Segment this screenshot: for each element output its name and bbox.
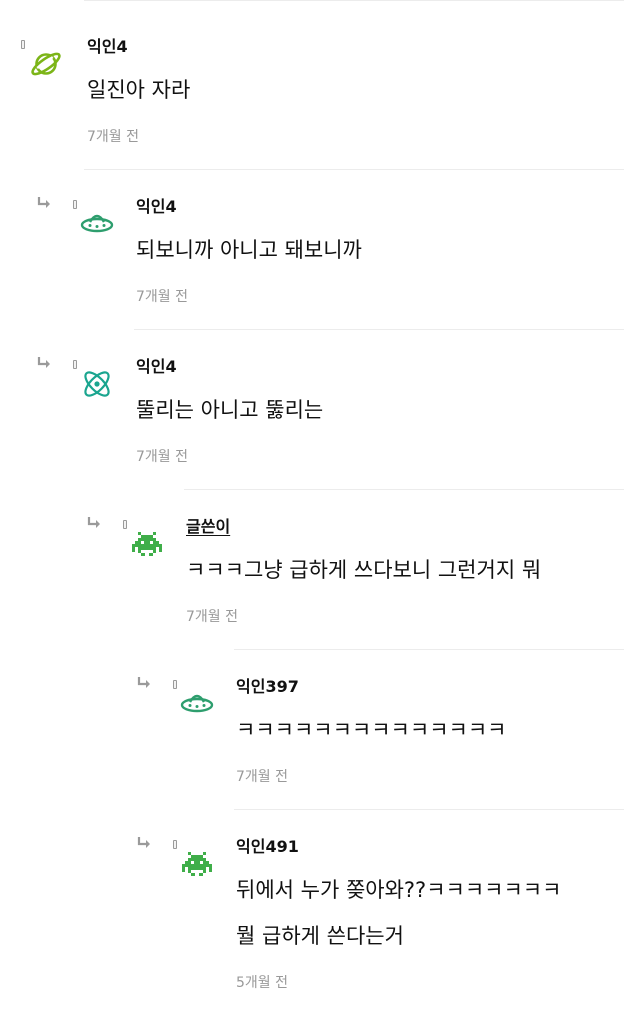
comment-nickname[interactable]: 익인4 xyxy=(136,357,177,377)
comment-item: 익인4 일진아 자라 7개월 전 xyxy=(0,0,640,170)
comment-timestamp: 5개월 전 xyxy=(236,975,288,991)
ufo-icon xyxy=(179,686,215,722)
comment-text: ㅋㅋㅋ그냥 급하게 쓰다보니 그런거지 뭐 xyxy=(186,558,542,582)
comment-nickname-author[interactable]: 글쓴이 xyxy=(186,517,230,537)
comment-item: 익인4 되보니까 아니고 돼보니까 7개월 전 xyxy=(0,170,640,330)
comment-marker xyxy=(21,40,25,49)
comment-text: 되보니까 아니고 돼보니까 xyxy=(136,238,362,262)
comment-timestamp: 7개월 전 xyxy=(87,129,139,145)
planet-icon xyxy=(28,46,64,82)
comment-nickname[interactable]: 익인4 xyxy=(87,37,128,57)
comment-marker xyxy=(73,200,77,209)
comment-marker xyxy=(73,360,77,369)
comment-text: 뚤리는 아니고 뚫리는 xyxy=(136,398,324,422)
comment-text: 일진아 자라 xyxy=(87,78,191,102)
reply-arrow-icon xyxy=(86,516,102,530)
reply-arrow-icon xyxy=(136,676,152,690)
comment-item: 익인397 ㅋㅋㅋㅋㅋㅋㅋㅋㅋㅋㅋㅋㅋㅋ 7개월 전 xyxy=(0,650,640,810)
comment-timestamp: 7개월 전 xyxy=(236,769,288,785)
comment-item: 익인4 뚤리는 아니고 뚫리는 7개월 전 xyxy=(0,330,640,490)
comment-timestamp: 7개월 전 xyxy=(186,609,238,625)
space-invader-icon xyxy=(129,526,165,562)
comment-text: 뒤에서 누가 쫒아와??ㅋㅋㅋㅋㅋㅋㅋ xyxy=(236,878,562,902)
comment-nickname[interactable]: 익인397 xyxy=(236,677,299,697)
comment-text: ㅋㅋㅋㅋㅋㅋㅋㅋㅋㅋㅋㅋㅋㅋ xyxy=(236,718,507,742)
comment-timestamp: 7개월 전 xyxy=(136,289,188,305)
space-invader-icon xyxy=(179,846,215,882)
comment-item: 글쓴이 ㅋㅋㅋ그냥 급하게 쓰다보니 그런거지 뭐 7개월 전 xyxy=(0,490,640,650)
comment-timestamp: 7개월 전 xyxy=(136,449,188,465)
comment-nickname[interactable]: 익인491 xyxy=(236,837,299,857)
reply-arrow-icon xyxy=(36,356,52,370)
ufo-icon xyxy=(79,206,115,242)
atom-icon xyxy=(79,366,115,402)
comment-marker xyxy=(123,520,127,529)
comment-text-line-2: 뭘 급하게 쓴다는거 xyxy=(236,924,404,948)
comment-nickname[interactable]: 익인4 xyxy=(136,197,177,217)
reply-arrow-icon xyxy=(36,196,52,210)
comment-marker xyxy=(173,840,177,849)
comment-item: 익인491 뒤에서 누가 쫒아와??ㅋㅋㅋㅋㅋㅋㅋ 뭘 급하게 쓴다는거 5개월… xyxy=(0,810,640,1022)
comment-marker xyxy=(173,680,177,689)
reply-arrow-icon xyxy=(136,836,152,850)
